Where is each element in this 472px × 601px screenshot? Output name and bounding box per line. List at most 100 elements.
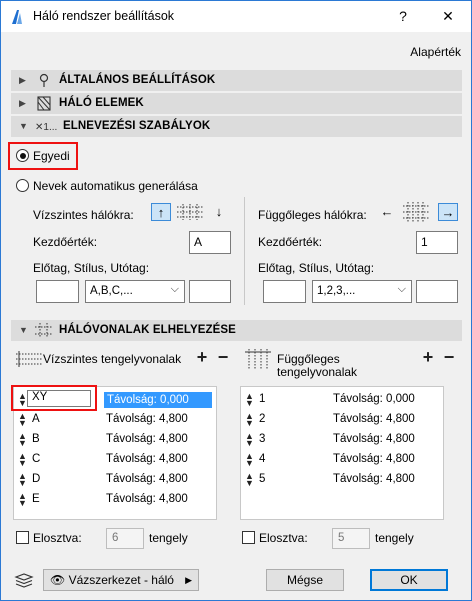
list-item[interactable]: ▲ ▼ 4 Távolság: 4,800	[241, 450, 443, 470]
list-item[interactable]: ▲ ▼ 5 Távolság: 4,800	[241, 470, 443, 490]
section-naming-rules[interactable]: ▼ ✕1... ELNEVEZÉSI SZABÁLYOK	[11, 116, 462, 137]
axis-distance[interactable]: Távolság: 4,800	[106, 453, 188, 465]
remove-vertical-axis-button[interactable]: −	[440, 348, 458, 367]
drag-handle-icon[interactable]: ▲ ▼	[18, 412, 27, 428]
axis-name[interactable]: 3	[259, 433, 265, 445]
remove-horizontal-axis-button[interactable]: −	[214, 348, 232, 367]
list-item[interactable]: ▲ ▼ C Távolság: 4,800	[14, 450, 216, 470]
direction-right-button[interactable]: →	[438, 203, 458, 221]
horizontal-start-input[interactable]: A	[189, 231, 231, 254]
archicad-logo-icon	[12, 10, 22, 24]
add-horizontal-axis-button[interactable]: +	[193, 348, 211, 367]
axis-distance[interactable]: Távolság: 4,800	[333, 433, 415, 445]
list-item[interactable]: ▲ ▼ A Távolság: 4,800	[14, 410, 216, 430]
horizontal-prefix-style-suffix-label: Előtag, Stílus, Utótag:	[33, 261, 150, 275]
axis-name[interactable]: 1	[259, 393, 265, 405]
section-general-settings[interactable]: ▶ ÁLTALÁNOS BEÁLLÍTÁSOK	[11, 70, 462, 91]
horizontal-prefix-input[interactable]	[36, 280, 79, 303]
vertical-axes-title-line2: tengelyvonalak	[277, 365, 358, 379]
axis-name[interactable]: 4	[259, 453, 265, 465]
list-item[interactable]: ▲ ▼ D Távolság: 4,800	[14, 470, 216, 490]
horizontal-grid-icon	[177, 204, 203, 220]
list-item[interactable]: ▲ ▼ B Távolság: 4,800	[14, 430, 216, 450]
drag-handle-icon[interactable]: ▲ ▼	[245, 412, 254, 428]
axis-name[interactable]: 5	[259, 473, 265, 485]
list-item[interactable]: ▲ ▼ 2 Távolság: 4,800	[241, 410, 443, 430]
custom-naming-radio[interactable]	[16, 149, 29, 162]
horizontal-axes-title: Vízszintes tengelyvonalak	[43, 352, 182, 366]
vertical-start-label: Kezdőérték:	[258, 235, 323, 249]
axis-name[interactable]: A	[32, 413, 40, 425]
direction-down-button[interactable]: ↓	[209, 203, 229, 221]
vertical-start-input[interactable]: 1	[416, 231, 458, 254]
direction-left-button[interactable]: ←	[377, 203, 397, 221]
vertical-style-select[interactable]: 1,2,3,... ⌵	[312, 280, 412, 303]
naming-icon: ✕1...	[35, 122, 57, 133]
list-item[interactable]: ▲ ▼ E Távolság: 4,800	[14, 490, 216, 510]
vertical-grids-label: Függőleges hálókra:	[258, 208, 367, 222]
auto-naming-label: Nevek automatikus generálása	[33, 179, 198, 193]
select-value: A,B,C,...	[90, 285, 133, 297]
axis-distance[interactable]: Távolság: 4,800	[333, 413, 415, 425]
horizontal-axis-count-input[interactable]: 6	[106, 528, 144, 549]
axis-distance[interactable]: Távolság: 4,800	[106, 493, 188, 505]
section-title: HÁLÓ ELEMEK	[59, 97, 144, 109]
section-title: ELNEVEZÉSI SZABÁLYOK	[63, 120, 211, 132]
vertical-axes-icon	[245, 349, 271, 369]
axis-name[interactable]: C	[32, 453, 40, 465]
close-button[interactable]: ✕	[433, 5, 463, 27]
axis-name[interactable]: D	[32, 473, 40, 485]
axis-distance[interactable]: Távolság: 0,000	[104, 392, 212, 408]
axis-distance[interactable]: Távolság: 4,800	[106, 433, 188, 445]
drag-handle-icon[interactable]: ▲ ▼	[245, 392, 254, 408]
section-gridline-placement[interactable]: ▼ HÁLÓVONALAK ELHELYEZÉSE	[11, 320, 462, 341]
axis-distance[interactable]: Távolság: 4,800	[106, 413, 188, 425]
group-divider	[244, 197, 245, 305]
drag-handle-icon[interactable]: ▲ ▼	[18, 472, 27, 488]
axis-distance[interactable]: Távolság: 4,800	[333, 453, 415, 465]
axis-distance[interactable]: Távolság: 4,800	[106, 473, 188, 485]
default-link[interactable]: Alapérték	[410, 45, 461, 59]
dropdown-arrow-icon: ▶	[185, 575, 192, 585]
vertical-prefix-input[interactable]	[263, 280, 306, 303]
ok-button[interactable]: OK	[370, 569, 448, 591]
axis-name[interactable]: E	[32, 493, 40, 505]
drag-handle-icon[interactable]: ▲ ▼	[245, 472, 254, 488]
vertical-prefix-style-suffix-label: Előtag, Stílus, Utótag:	[258, 261, 375, 275]
horizontal-suffix-input[interactable]	[189, 280, 231, 303]
layer-select[interactable]: 👁 Vázszerkezet - háló ▶	[43, 569, 199, 591]
axis-name[interactable]: 2	[259, 413, 265, 425]
section-grid-elements[interactable]: ▶ HÁLÓ ELEMEK	[11, 93, 462, 114]
grid-element-icon	[37, 96, 51, 111]
drag-handle-icon[interactable]: ▲ ▼	[18, 492, 27, 508]
horizontal-style-select[interactable]: A,B,C,... ⌵	[85, 280, 185, 303]
drag-handle-icon[interactable]: ▲ ▼	[18, 452, 27, 468]
direction-up-button[interactable]: ↑	[151, 203, 171, 221]
vertical-axis-count-input[interactable]: 5	[332, 528, 370, 549]
expanded-arrow-icon: ▼	[19, 121, 28, 131]
axis-distance[interactable]: Távolság: 4,800	[333, 473, 415, 485]
help-button[interactable]: ?	[388, 5, 418, 27]
drag-handle-icon[interactable]: ▲ ▼	[18, 432, 27, 448]
cancel-button[interactable]: Mégse	[266, 569, 344, 591]
gridline-placement-icon	[35, 323, 53, 338]
vertical-axes-list[interactable]: ▲ ▼ 1 Távolság: 0,000 ▲ ▼ 2 Távolság: 4,80…	[240, 386, 444, 520]
title-bar: Háló rendszer beállítások ? ✕	[1, 1, 471, 32]
axis-distance[interactable]: Távolság: 0,000	[333, 393, 415, 405]
horizontal-axes-icon	[16, 351, 42, 367]
vertical-suffix-input[interactable]	[416, 280, 458, 303]
vertical-distribute-checkbox[interactable]	[242, 531, 255, 544]
horizontal-grids-label: Vízszintes hálókra:	[33, 208, 134, 222]
list-item[interactable]: ▲ ▼ 1 Távolság: 0,000	[241, 390, 443, 410]
axis-name[interactable]: B	[32, 433, 40, 445]
list-item[interactable]: ▲ ▼ 3 Távolság: 4,800	[241, 430, 443, 450]
eye-icon: 👁	[50, 573, 66, 587]
drag-handle-icon[interactable]: ▲ ▼	[245, 452, 254, 468]
horizontal-distribute-checkbox[interactable]	[16, 531, 29, 544]
drag-handle-icon[interactable]: ▲ ▼	[245, 432, 254, 448]
auto-naming-radio[interactable]	[16, 179, 29, 192]
window-title: Háló rendszer beállítások	[33, 9, 175, 23]
add-vertical-axis-button[interactable]: +	[419, 348, 437, 367]
axis-name-edit-value[interactable]: XY	[32, 391, 47, 403]
vertical-axis-unit: tengely	[375, 531, 414, 545]
